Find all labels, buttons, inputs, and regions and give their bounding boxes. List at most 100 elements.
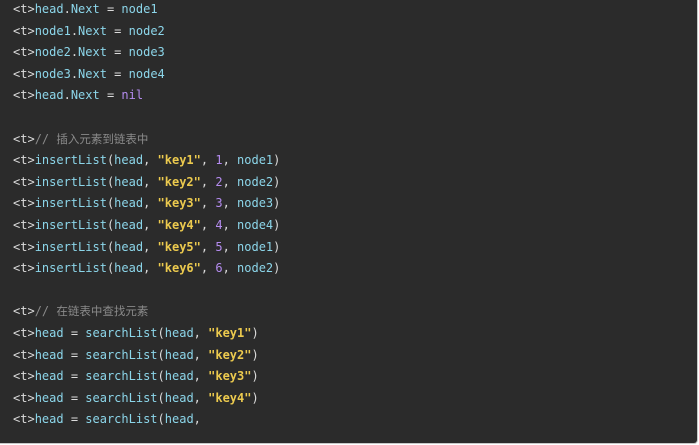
code-token: "key4" (157, 217, 201, 232)
code-token: 插入元素到链表中 (56, 131, 149, 146)
code-token: , (143, 217, 158, 232)
code-token: ) (273, 153, 281, 168)
code-token: ) (273, 217, 281, 232)
code-token: head (114, 261, 144, 276)
code-token: = (99, 2, 122, 16)
code-token: head (164, 325, 194, 340)
code-token: Next (70, 88, 100, 103)
code-token: ) (251, 325, 259, 340)
code-token: 2 (215, 174, 223, 189)
code-token: , (222, 153, 238, 168)
code-token: head (114, 217, 144, 232)
code-token: = (63, 412, 86, 427)
code-token: . (70, 45, 79, 60)
code-token: . (63, 88, 71, 103)
code-token: head (114, 196, 144, 211)
code-token: , (193, 347, 209, 362)
code-token: ( (157, 412, 165, 427)
line-tag: <t> (13, 2, 35, 16)
code-token: head (114, 153, 144, 168)
code-token: node3 (128, 45, 165, 60)
code-token: "key5" (157, 239, 201, 254)
code-token: Next (78, 23, 107, 38)
code-token: "key4" (208, 390, 252, 405)
code-token: , (200, 217, 216, 232)
code-token: , (200, 174, 216, 189)
line-tag: <t> (13, 325, 35, 340)
code-token: head (34, 390, 64, 405)
code-token: 3 (215, 196, 223, 211)
code-token: insertList (34, 153, 107, 168)
code-token: head (164, 412, 194, 427)
code-token: ) (251, 390, 259, 405)
code-token: insertList (34, 217, 107, 232)
line-tag: <t> (13, 304, 35, 319)
code-token: insertList (34, 261, 107, 276)
code-token: ( (157, 347, 165, 362)
code-token: "key3" (157, 196, 201, 211)
code-token: head (164, 369, 194, 384)
code-token: insertList (34, 239, 107, 254)
code-token: . (63, 2, 71, 16)
code-token: "key6" (157, 261, 201, 276)
code-line: <t>insertList(head, "key3", 3, node3) (13, 193, 280, 215)
code-token: 4 (215, 217, 223, 232)
line-tag: <t> (13, 390, 35, 405)
code-token: ( (157, 369, 165, 384)
code-token: head (164, 347, 194, 362)
code-token: "key2" (157, 174, 201, 189)
code-token: node2 (128, 23, 165, 38)
code-token: , (222, 174, 238, 189)
code-line: <t>insertList(head, "key6", 6, node2) (13, 258, 280, 280)
code-line: <t>insertList(head, "key2", 2, node2) (13, 172, 280, 194)
code-token: insertList (34, 196, 107, 211)
line-tag: <t> (13, 45, 35, 60)
line-tag: <t> (13, 347, 35, 362)
code-line: <t>head = searchList(head, "key2") (13, 345, 280, 367)
code-token: "key3" (208, 369, 252, 384)
code-token: ) (251, 347, 259, 362)
code-token: ( (157, 390, 165, 405)
code-token: head (34, 325, 64, 340)
code-token: 在链表中查找元素 (56, 304, 149, 319)
code-line: <t>node3.Next = node4 (13, 64, 280, 86)
code-token: , (143, 239, 158, 254)
code-line: <t>head = searchList(head, "key3") (13, 366, 280, 388)
code-token: , (143, 261, 158, 276)
line-tag: <t> (13, 239, 35, 254)
code-block: <t>head.Next = node1 <t>node1.Next = node… (0, 0, 698, 444)
code-token: = (106, 45, 129, 60)
line-tag: <t> (13, 66, 35, 81)
line-tag: <t> (13, 217, 35, 232)
code-token: ) (273, 261, 281, 276)
code-token: searchList (85, 412, 158, 427)
code-line: <t>// 在链表中查找元素 (13, 301, 280, 323)
code-token: ( (157, 325, 165, 340)
code-token: = (63, 369, 86, 384)
code-token: , (143, 196, 158, 211)
code-token: head (34, 412, 64, 427)
code-token: , (193, 369, 209, 384)
code-line: <t>head.Next = node1 (13, 0, 280, 21)
code-token: , (200, 261, 216, 276)
code-token: node2 (34, 45, 71, 60)
code-token: searchList (85, 347, 158, 362)
code-token: , (222, 217, 238, 232)
code-token: searchList (85, 390, 158, 405)
line-tag: <t> (13, 23, 35, 38)
code-token: node1 (237, 153, 274, 168)
line-tag: <t> (13, 131, 35, 146)
code-token: = (106, 66, 129, 81)
code-lines: <t>head.Next = node1 <t>node1.Next = node… (13, 0, 280, 431)
code-token: node1 (237, 239, 274, 254)
code-token: , (143, 174, 158, 189)
code-token: head (114, 174, 144, 189)
code-line: <t>// 插入元素到链表中 (13, 129, 280, 151)
code-token: head (164, 390, 194, 405)
code-line: <t>insertList(head, "key4", 4, node4) (13, 215, 280, 237)
code-token: head (34, 369, 64, 384)
code-token: . (70, 66, 79, 81)
code-token: Next (78, 45, 107, 60)
code-token: 6 (215, 261, 223, 276)
